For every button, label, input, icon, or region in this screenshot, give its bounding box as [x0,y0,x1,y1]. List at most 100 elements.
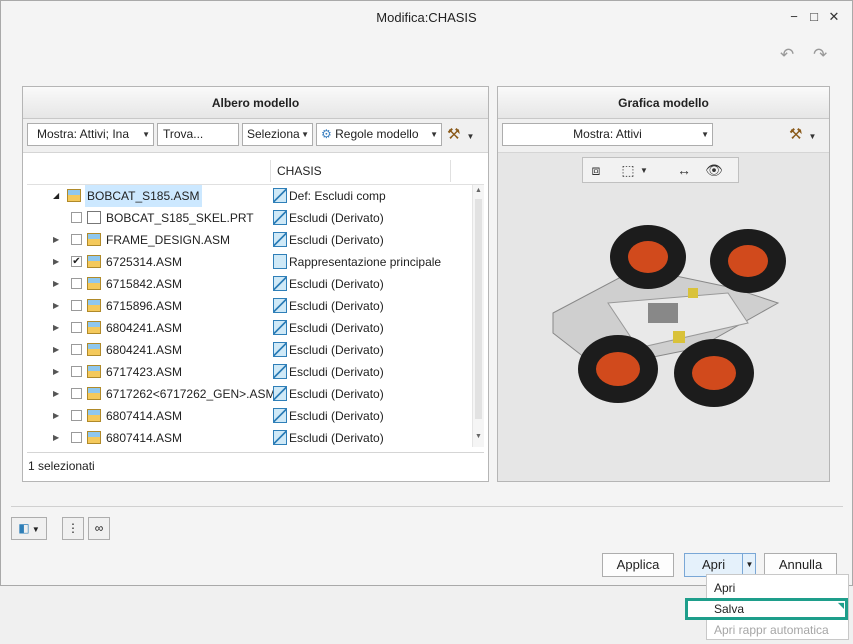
row-name: BOBCAT_S185_SKEL.PRT [106,211,254,225]
tree-row[interactable]: ▶ 6807414.ASM Escludi (Derivato) [27,405,472,427]
menu-item-save-highlight[interactable]: Salva ◥ [685,598,848,620]
expand-icon[interactable]: ▶ [53,317,59,339]
expand-icon[interactable]: ▶ [53,383,59,405]
select-dropdown[interactable]: Seleziona ▼ [242,123,313,146]
row-checkbox[interactable] [71,278,82,289]
model-viewport[interactable]: ⧈ ⬚ ▼ ↔ 👁 [498,153,829,481]
row-value[interactable]: Escludi (Derivato) [289,427,384,449]
tree-row[interactable]: ▶ 6715842.ASM Escludi (Derivato) [27,273,472,295]
row-value[interactable]: Escludi (Derivato) [289,383,384,405]
row-value[interactable]: Escludi (Derivato) [289,295,384,317]
graphics-show-dropdown[interactable]: Mostra: Attivi ▼ [502,123,713,146]
row-checkbox[interactable] [71,234,82,245]
row-value[interactable]: Escludi (Derivato) [289,229,384,251]
expand-icon[interactable]: ▶ [53,251,59,273]
part-icon [87,211,101,224]
minimize-icon[interactable]: − [786,9,802,25]
exclude-icon [273,298,287,313]
expand-icon[interactable]: ▶ [53,273,59,295]
show-filter-dropdown[interactable]: Mostra: Attivi; Ina ▼ [27,123,154,146]
row-value[interactable]: Rappresentazione principale [289,251,441,273]
menu-item-save[interactable]: Salva [714,602,744,616]
row-value[interactable]: Escludi (Derivato) [289,317,384,339]
tree-row[interactable]: ▶ 6804241.ASM Escludi (Derivato) [27,317,472,339]
exclude-icon [273,232,287,247]
tree-scrollbar[interactable]: ▲ ▼ [472,185,484,447]
row-checkbox[interactable] [71,432,82,443]
tree-row[interactable]: ▶ 6804241.ASM Escludi (Derivato) [27,339,472,361]
find-input[interactable]: Trova... [157,123,239,146]
row-checkbox[interactable] [71,410,82,421]
expand-icon[interactable]: ▶ [53,427,59,449]
scroll-down-icon[interactable]: ▼ [475,433,482,440]
model-tree-toolbar: Mostra: Attivi; Ina ▼ Trova... Seleziona ▼… [23,119,488,153]
collapse-icon[interactable]: ◢ [53,185,59,207]
assembly-icon [87,365,101,378]
row-value[interactable]: Escludi (Derivato) [289,339,384,361]
row-value[interactable]: Escludi (Derivato) [289,361,384,383]
scroll-thumb[interactable] [475,199,482,419]
tree-icon: ⋮ [67,521,79,535]
menu-item-open[interactable]: Apri [714,581,735,595]
row-checkbox[interactable] [71,344,82,355]
tools-icon[interactable]: ⚒ ▼ [447,123,479,146]
tree-row[interactable]: ▶ FRAME_DESIGN.ASM Escludi (Derivato) [27,229,472,251]
apply-button[interactable]: Applica [602,553,674,577]
expand-icon[interactable]: ▶ [53,339,59,361]
rules-dropdown[interactable]: ⚙ Regole modello ▼ [316,123,442,146]
scroll-up-icon[interactable]: ▲ [475,187,482,194]
expand-icon[interactable]: ▶ [53,405,59,427]
tree-row[interactable]: ▶ 6717262<6717262_GEN>.ASM Escludi (Deri… [27,383,472,405]
expand-icon[interactable]: ▶ [53,361,59,383]
rules-icon: ⚙ [321,127,332,141]
redo-icon[interactable]: ↷ [813,45,827,65]
preview-button[interactable]: ∞ [88,517,110,540]
chassis-model-image [552,225,786,407]
row-value[interactable]: Escludi (Derivato) [289,207,384,229]
tree-row[interactable]: ▶ 6807414.ASM Escludi (Derivato) [27,427,472,449]
open-dropdown-menu: Apri Salva ◥ Apri rappr automatica [685,574,849,640]
row-name: 6717262<6717262_GEN>.ASM [106,387,276,401]
window-title: Modifica:CHASIS [376,10,477,25]
tree-row[interactable]: BOBCAT_S185_SKEL.PRT Escludi (Derivato) [27,207,472,229]
wheel-front-left [610,225,686,289]
chevron-down-icon: ▼ [301,130,309,139]
panel-layout-button[interactable]: ◧ ▼ [11,517,47,540]
column-header-chasis: CHASIS [277,164,322,178]
model-graphics-panel: Grafica modello Mostra: Attivi ▼ ⚒ ▼ ⧈ ⬚ ▼… [497,86,830,482]
assembly-icon [87,233,101,246]
model-tree-panel: Albero modello Mostra: Attivi; Ina ▼ Trov… [22,86,489,482]
expand-icon[interactable]: ▶ [53,295,59,317]
tree-row[interactable]: ▶ 6717423.ASM Escludi (Derivato) [27,361,472,383]
chevron-down-icon[interactable]: ▼ [742,554,756,576]
open-button-label[interactable]: Apri [702,557,725,572]
tree-row[interactable]: ◢ BOBCAT_S185.ASM Def: Escludi comp [27,185,472,207]
assembly-icon [87,409,101,422]
exclude-icon [273,320,287,335]
row-checkbox[interactable] [71,300,82,311]
tree-row[interactable]: ▶ ✔ 6725314.ASM Rappresentazione princip… [27,251,472,273]
row-checkbox[interactable] [71,322,82,333]
row-checkbox[interactable] [71,388,82,399]
expand-icon[interactable]: ▶ [53,229,59,251]
row-name: 6807414.ASM [106,409,183,423]
row-name: 6804241.ASM [106,343,183,357]
row-value[interactable]: Def: Escludi comp [289,185,386,207]
model-tree: CHASIS ◢ BOBCAT_S185.ASM Def: Escludi co… [27,157,484,447]
row-checkbox[interactable] [71,366,82,377]
exclude-icon [273,430,287,445]
model-tree-header: Albero modello [23,87,488,119]
maximize-icon[interactable]: □ [806,9,822,25]
close-icon[interactable]: ✕ [826,9,842,25]
undo-icon[interactable]: ↶ [780,45,794,65]
show-filter-value: Mostra: Attivi; Ina [37,127,130,141]
tree-row[interactable]: ▶ 6715896.ASM Escludi (Derivato) [27,295,472,317]
row-name: FRAME_DESIGN.ASM [106,233,231,247]
row-value[interactable]: Escludi (Derivato) [289,273,384,295]
row-checkbox-checked[interactable]: ✔ [71,256,82,267]
row-checkbox[interactable] [71,212,82,223]
exclude-icon [273,342,287,357]
row-value[interactable]: Escludi (Derivato) [289,405,384,427]
tools-icon[interactable]: ⚒ ▼ [789,123,821,146]
tree-settings-button[interactable]: ⋮ [62,517,84,540]
